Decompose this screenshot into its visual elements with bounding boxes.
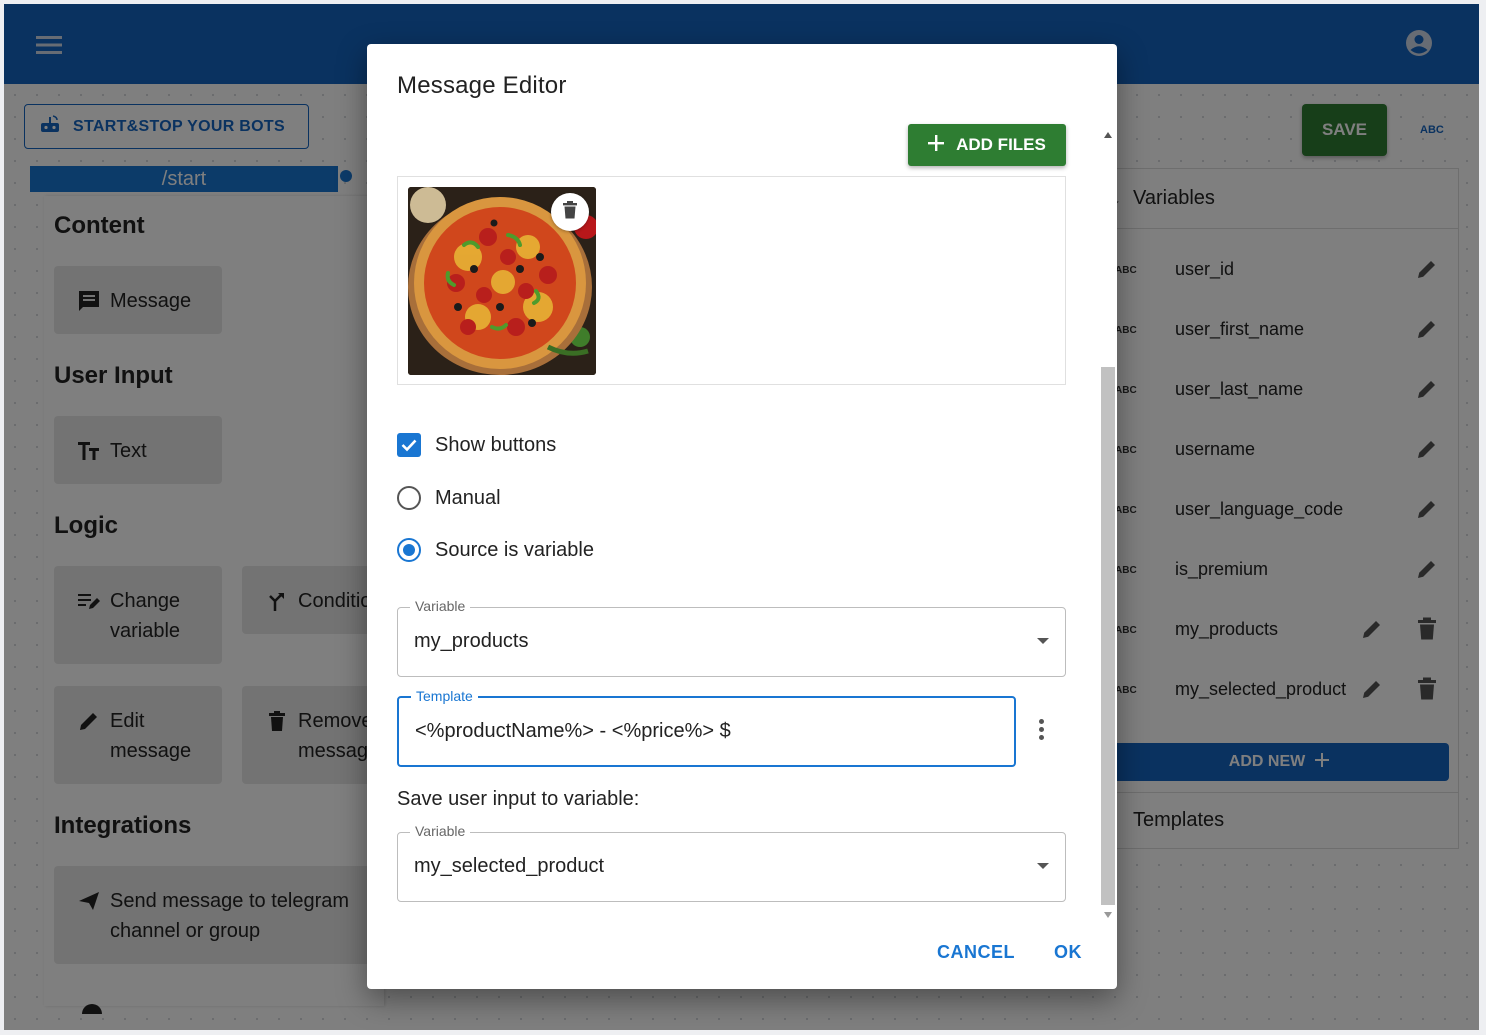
- variable-select[interactable]: Variable my_products: [397, 598, 1066, 677]
- save-variable-select-value: my_selected_product: [414, 855, 605, 877]
- save-variable-select[interactable]: Variable my_selected_product: [397, 823, 1066, 902]
- show-buttons-label: Show buttons: [435, 433, 557, 456]
- trash-icon: [563, 200, 577, 224]
- attached-files-area: [397, 176, 1066, 385]
- manual-radio-row[interactable]: Manual: [397, 483, 501, 513]
- show-buttons-checkbox[interactable]: [397, 433, 421, 457]
- dropdown-arrow-icon: [1037, 638, 1049, 644]
- add-files-button[interactable]: ADD FILES: [908, 124, 1066, 166]
- source-variable-label: Source is variable: [435, 538, 594, 561]
- remove-image-button[interactable]: [551, 193, 589, 231]
- field-label: Template: [411, 688, 478, 704]
- template-input[interactable]: Template <%productName%> - <%price%> $: [397, 688, 1016, 767]
- manual-label: Manual: [435, 486, 501, 509]
- source-variable-radio-row[interactable]: Source is variable: [397, 535, 594, 565]
- save-input-label: Save user input to variable:: [397, 788, 640, 810]
- variable-select-value: my_products: [414, 630, 529, 652]
- message-editor-dialog: Message Editor ADD FILES Show buttons Ma…: [367, 44, 1117, 989]
- app-window: START&STOP YOUR BOTS /start SAVE ABC Con…: [4, 4, 1479, 1030]
- field-label: Variable: [410, 823, 471, 839]
- ok-button[interactable]: OK: [1054, 942, 1082, 963]
- add-files-label: ADD FILES: [956, 135, 1046, 154]
- dropdown-arrow-icon: [1037, 863, 1049, 869]
- plus-icon: [928, 134, 945, 156]
- scrollbar-thumb[interactable]: [1101, 367, 1115, 905]
- field-label: Variable: [410, 598, 471, 614]
- more-vert-icon[interactable]: [1030, 714, 1052, 744]
- cancel-button[interactable]: CANCEL: [937, 942, 1015, 963]
- scroll-up-arrow-icon[interactable]: [1104, 132, 1112, 138]
- manual-radio[interactable]: [397, 486, 421, 510]
- template-input-value: <%productName%> - <%price%> $: [415, 720, 731, 742]
- pizza-image-thumbnail[interactable]: [408, 187, 596, 375]
- scroll-down-arrow-icon[interactable]: [1104, 912, 1112, 918]
- source-variable-radio[interactable]: [397, 538, 421, 562]
- dialog-title: Message Editor: [397, 72, 567, 99]
- show-buttons-checkbox-row[interactable]: Show buttons: [397, 430, 556, 460]
